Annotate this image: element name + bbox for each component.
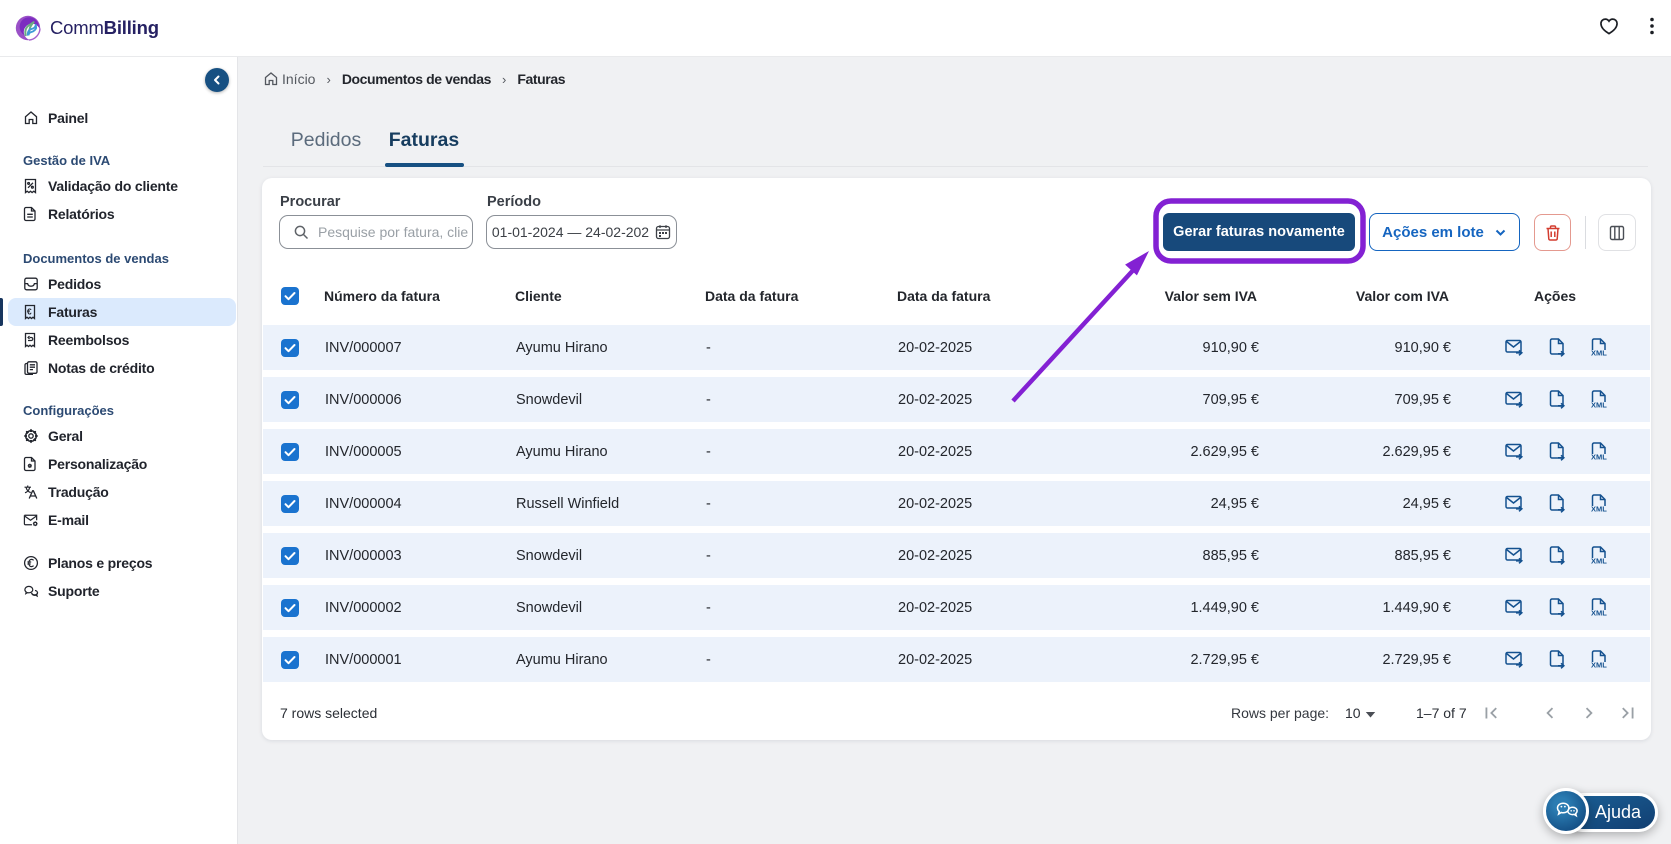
svg-text:XML: XML: [1591, 505, 1607, 514]
svg-text:XML: XML: [1591, 557, 1607, 566]
svg-text:XML: XML: [1591, 661, 1607, 670]
svg-text:XML: XML: [1591, 453, 1607, 462]
svg-text:XML: XML: [1591, 609, 1607, 618]
svg-text:XML: XML: [1591, 401, 1607, 410]
svg-text:XML: XML: [1591, 349, 1607, 358]
svg-text:€: €: [27, 306, 32, 316]
